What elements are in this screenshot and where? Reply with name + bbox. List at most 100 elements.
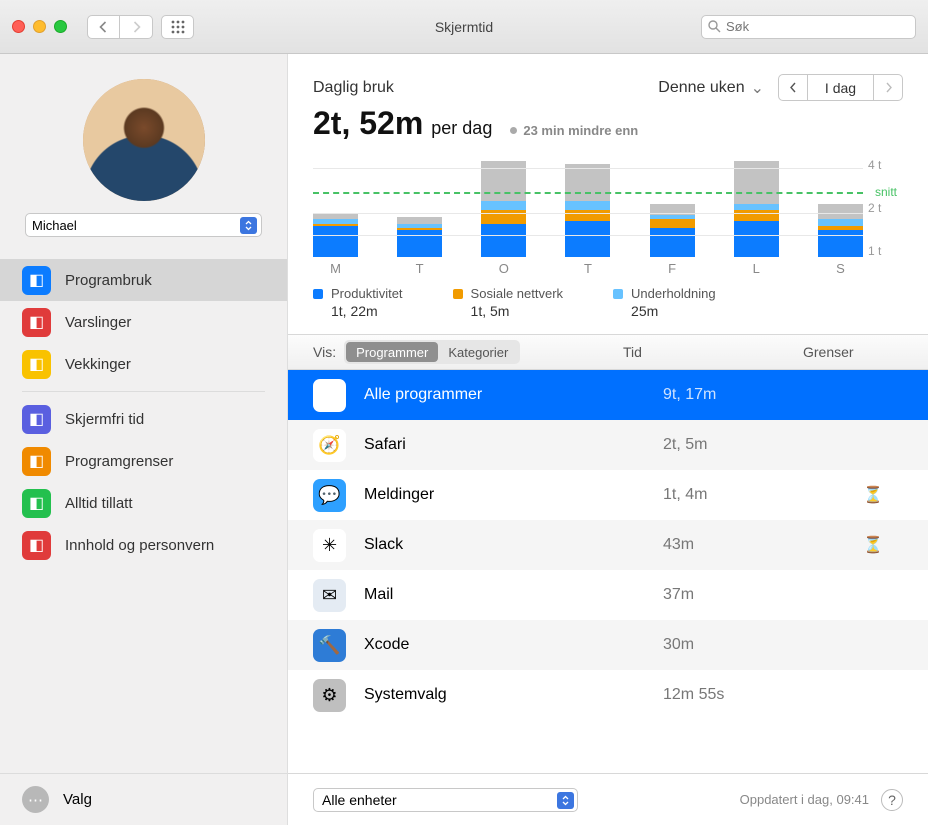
forward-button[interactable]	[120, 15, 153, 39]
today-button[interactable]: I dag	[808, 74, 873, 101]
legend-swatch	[453, 289, 463, 299]
device-select[interactable]: Alle enheter	[313, 788, 578, 812]
day-label: F	[668, 261, 676, 276]
chart-bar: L	[734, 161, 779, 276]
tab-programs[interactable]: Programmer	[346, 342, 438, 362]
table-row[interactable]: ✉Mail37m	[288, 570, 928, 620]
day-label: T	[584, 261, 592, 276]
device-value: Alle enheter	[322, 792, 397, 808]
sidebar-item-label: Alltid tillatt	[65, 495, 133, 512]
sidebar-item-label: Vekkinger	[65, 356, 131, 373]
sidebar-item-app-usage[interactable]: ◧ Programbruk	[0, 259, 287, 301]
sidebar-item-label: Innhold og personvern	[65, 537, 214, 554]
table-header: Vis: Programmer Kategorier Tid Grenser	[288, 334, 928, 370]
legend-label: Sosiale nettverk	[471, 286, 564, 301]
app-name: Xcode	[364, 636, 663, 654]
next-button[interactable]	[873, 74, 903, 101]
sidebar-item-app-limits[interactable]: ◧ Programgrenser	[0, 440, 287, 482]
minimize-window-button[interactable]	[33, 20, 46, 33]
app-time: 43m	[663, 536, 843, 554]
chart-bar: T	[397, 217, 442, 276]
app-name: Systemvalg	[364, 686, 663, 704]
show-all-button[interactable]	[161, 15, 194, 39]
downtime-icon: ◧	[22, 405, 51, 434]
sidebar-item-label: Programgrenser	[65, 453, 173, 470]
legend-label: Produktivitet	[331, 286, 403, 301]
user-avatar	[83, 79, 205, 201]
app-time: 30m	[663, 636, 843, 654]
content: Daglig bruk Denne uken ⌄ I dag 2t, 52m p…	[288, 54, 928, 825]
sidebar-item-notifications[interactable]: ◧Varslinger	[0, 301, 287, 343]
search-icon	[708, 20, 721, 33]
app-limits-icon: ◧	[22, 447, 51, 476]
close-window-button[interactable]	[12, 20, 25, 33]
app-time: 1t, 4m	[663, 486, 843, 504]
app-icon: ✳	[313, 529, 346, 562]
search-input[interactable]	[726, 19, 909, 34]
updated-label: Oppdatert i dag, 09:41	[740, 792, 869, 807]
table-row[interactable]: 💬Meldinger1t, 4m⏳	[288, 470, 928, 520]
chevron-updown-icon	[240, 217, 257, 234]
table-row[interactable]: 🔨 Xcode30m	[288, 620, 928, 670]
legend-item: Produktivitet1t, 22m	[313, 286, 403, 319]
chart-bar: F	[650, 204, 695, 276]
sidebar-item-label: Programbruk	[65, 272, 152, 289]
app-time: 2t, 5m	[663, 436, 843, 454]
search-box[interactable]	[701, 15, 916, 39]
diff-label: 23 min mindre enn	[510, 123, 638, 138]
back-button[interactable]	[87, 15, 120, 39]
chart-bar: T	[565, 164, 610, 276]
table-row[interactable]: ✳ Slack43m⏳	[288, 520, 928, 570]
usage-chart: MTOTFLS 4 t2 t1 t snitt	[313, 158, 903, 276]
table-row[interactable]: 🧭Safari2t, 5m	[288, 420, 928, 470]
divider	[22, 391, 265, 392]
legend-swatch	[313, 289, 323, 299]
sidebar-item-always-allow[interactable]: ◧Alltid tillatt	[0, 482, 287, 524]
column-limits: Grenser	[803, 344, 903, 360]
app-icon: 🔨	[313, 629, 346, 662]
pickups-icon: ◧	[22, 350, 51, 379]
sidebar-item-downtime[interactable]: ◧ Skjermfri tid	[0, 398, 287, 440]
avg-label: snitt	[875, 185, 897, 199]
user-select[interactable]: Michael	[25, 213, 262, 237]
window-title: Skjermtid	[435, 19, 493, 35]
day-label: M	[330, 261, 341, 276]
tab-categories[interactable]: Kategorier	[438, 342, 518, 362]
options-label: Valg	[63, 791, 92, 808]
user-name: Michael	[32, 218, 77, 233]
view-segmented-control: Programmer Kategorier	[344, 340, 520, 364]
app-name: Mail	[364, 586, 663, 604]
app-time: 37m	[663, 586, 843, 604]
day-label: T	[416, 261, 424, 276]
app-time: 12m 55s	[663, 686, 843, 704]
column-time: Tid	[623, 344, 803, 360]
sidebar-options[interactable]: ⋯ Valg	[0, 773, 287, 825]
chart-bar: S	[818, 204, 863, 276]
app-icon: ◆	[313, 379, 346, 412]
content-footer: Alle enheter Oppdatert i dag, 09:41 ?	[288, 773, 928, 825]
chevron-updown-icon: ⌄	[751, 78, 764, 98]
sidebar-item-label: Skjermfri tid	[65, 411, 144, 428]
traffic-lights	[12, 20, 67, 33]
app-limit-icon: ⏳	[843, 535, 903, 555]
app-name: Slack	[364, 536, 663, 554]
usage-value: 2t, 52m	[313, 105, 423, 142]
section-label: Daglig bruk	[313, 79, 394, 97]
prev-button[interactable]	[778, 74, 808, 101]
app-icon: 🧭	[313, 429, 346, 462]
sidebar-item-content-privacy[interactable]: ◧Innhold og personvern	[0, 524, 287, 566]
vis-label: Vis:	[313, 344, 336, 360]
legend-label: Underholdning	[631, 286, 716, 301]
zoom-window-button[interactable]	[54, 20, 67, 33]
legend-item: Sosiale nettverk1t, 5m	[453, 286, 564, 319]
titlebar: Skjermtid	[0, 0, 928, 54]
help-button[interactable]: ?	[881, 789, 903, 811]
sidebar-item-pickups[interactable]: ◧ Vekkinger	[0, 343, 287, 385]
sidebar: Michael ◧ Programbruk ◧Varslinger ◧ Vekkinge…	[0, 54, 288, 825]
per-day-label: per dag	[431, 118, 492, 139]
app-usage-icon: ◧	[22, 266, 51, 295]
period-select[interactable]: Denne uken ⌄	[658, 78, 764, 98]
table-row[interactable]: ⚙Systemvalg12m 55s	[288, 670, 928, 720]
table-row[interactable]: ◆Alle programmer9t, 17m	[288, 370, 928, 420]
period-value: Denne uken	[658, 79, 744, 97]
